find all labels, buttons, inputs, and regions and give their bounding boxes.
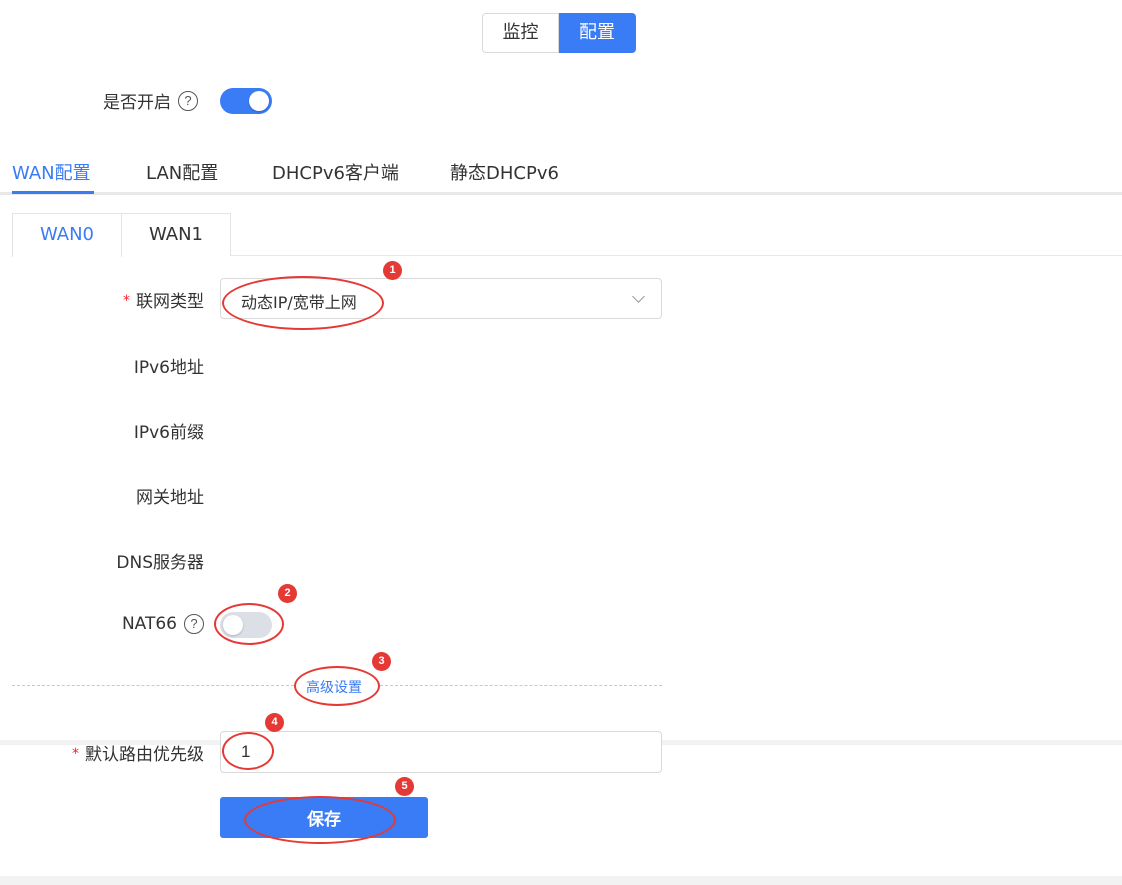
toggle-knob bbox=[223, 615, 243, 635]
route-priority-input[interactable] bbox=[220, 731, 662, 773]
required-mark: * bbox=[123, 293, 130, 309]
divider-right bbox=[380, 685, 662, 686]
dns-server-label: DNS服务器 bbox=[116, 553, 204, 573]
tab-wan-config[interactable]: WAN配置 bbox=[12, 159, 91, 185]
view-switch: 监控 配置 bbox=[482, 13, 636, 53]
gateway-address-label: 网关地址 bbox=[136, 488, 204, 508]
subtab-wan1[interactable]: WAN1 bbox=[121, 213, 231, 256]
divider-left bbox=[12, 685, 294, 686]
monitor-button[interactable]: 监控 bbox=[482, 13, 559, 53]
enable-label: 是否开启 bbox=[103, 93, 171, 113]
help-icon[interactable]: ? bbox=[184, 614, 204, 634]
ipv6-prefix-label: IPv6前缀 bbox=[133, 423, 204, 443]
annotation-badge: 2 bbox=[278, 584, 297, 603]
annotation-badge: 5 bbox=[395, 777, 414, 796]
chevron-down-icon bbox=[632, 290, 645, 303]
config-button[interactable]: 配置 bbox=[559, 13, 636, 53]
tab-static-dhcpv6[interactable]: 静态DHCPv6 bbox=[450, 159, 559, 185]
nat66-toggle[interactable] bbox=[220, 612, 272, 638]
active-tab-indicator bbox=[12, 191, 94, 194]
enable-row: 是否开启 ? bbox=[103, 88, 198, 113]
advanced-settings-link[interactable]: 高级设置 bbox=[306, 677, 362, 697]
conn-type-select[interactable]: 动态IP/宽带上网 bbox=[220, 278, 662, 319]
ipv6-address-label: IPv6地址 bbox=[133, 358, 204, 378]
tab-lan-config[interactable]: LAN配置 bbox=[146, 159, 218, 185]
route-priority-label: * 默认路由优先级 bbox=[72, 745, 204, 765]
nat66-label: NAT66 bbox=[121, 614, 177, 634]
subtab-wan0[interactable]: WAN0 bbox=[12, 213, 122, 257]
wan-subtabs: WAN0 WAN1 bbox=[12, 213, 1122, 257]
toggle-knob bbox=[249, 91, 269, 111]
conn-type-value: 动态IP/宽带上网 bbox=[241, 293, 357, 312]
annotation-badge: 1 bbox=[383, 261, 402, 280]
nat66-label-row: NAT66 ? bbox=[122, 614, 204, 634]
annotation-badge: 3 bbox=[372, 652, 391, 671]
tab-dhcpv6-client[interactable]: DHCPv6客户端 bbox=[272, 159, 399, 185]
main-tabs: WAN配置 LAN配置 DHCPv6客户端 静态DHCPv6 bbox=[0, 145, 1122, 195]
help-icon[interactable]: ? bbox=[178, 90, 198, 111]
required-mark: * bbox=[72, 746, 79, 762]
save-button[interactable]: 保存 bbox=[220, 797, 428, 838]
enable-toggle[interactable] bbox=[220, 88, 272, 114]
conn-type-label: * 联网类型 bbox=[123, 292, 204, 312]
annotation-badge: 4 bbox=[265, 713, 284, 732]
page-footer-band bbox=[0, 876, 1122, 885]
